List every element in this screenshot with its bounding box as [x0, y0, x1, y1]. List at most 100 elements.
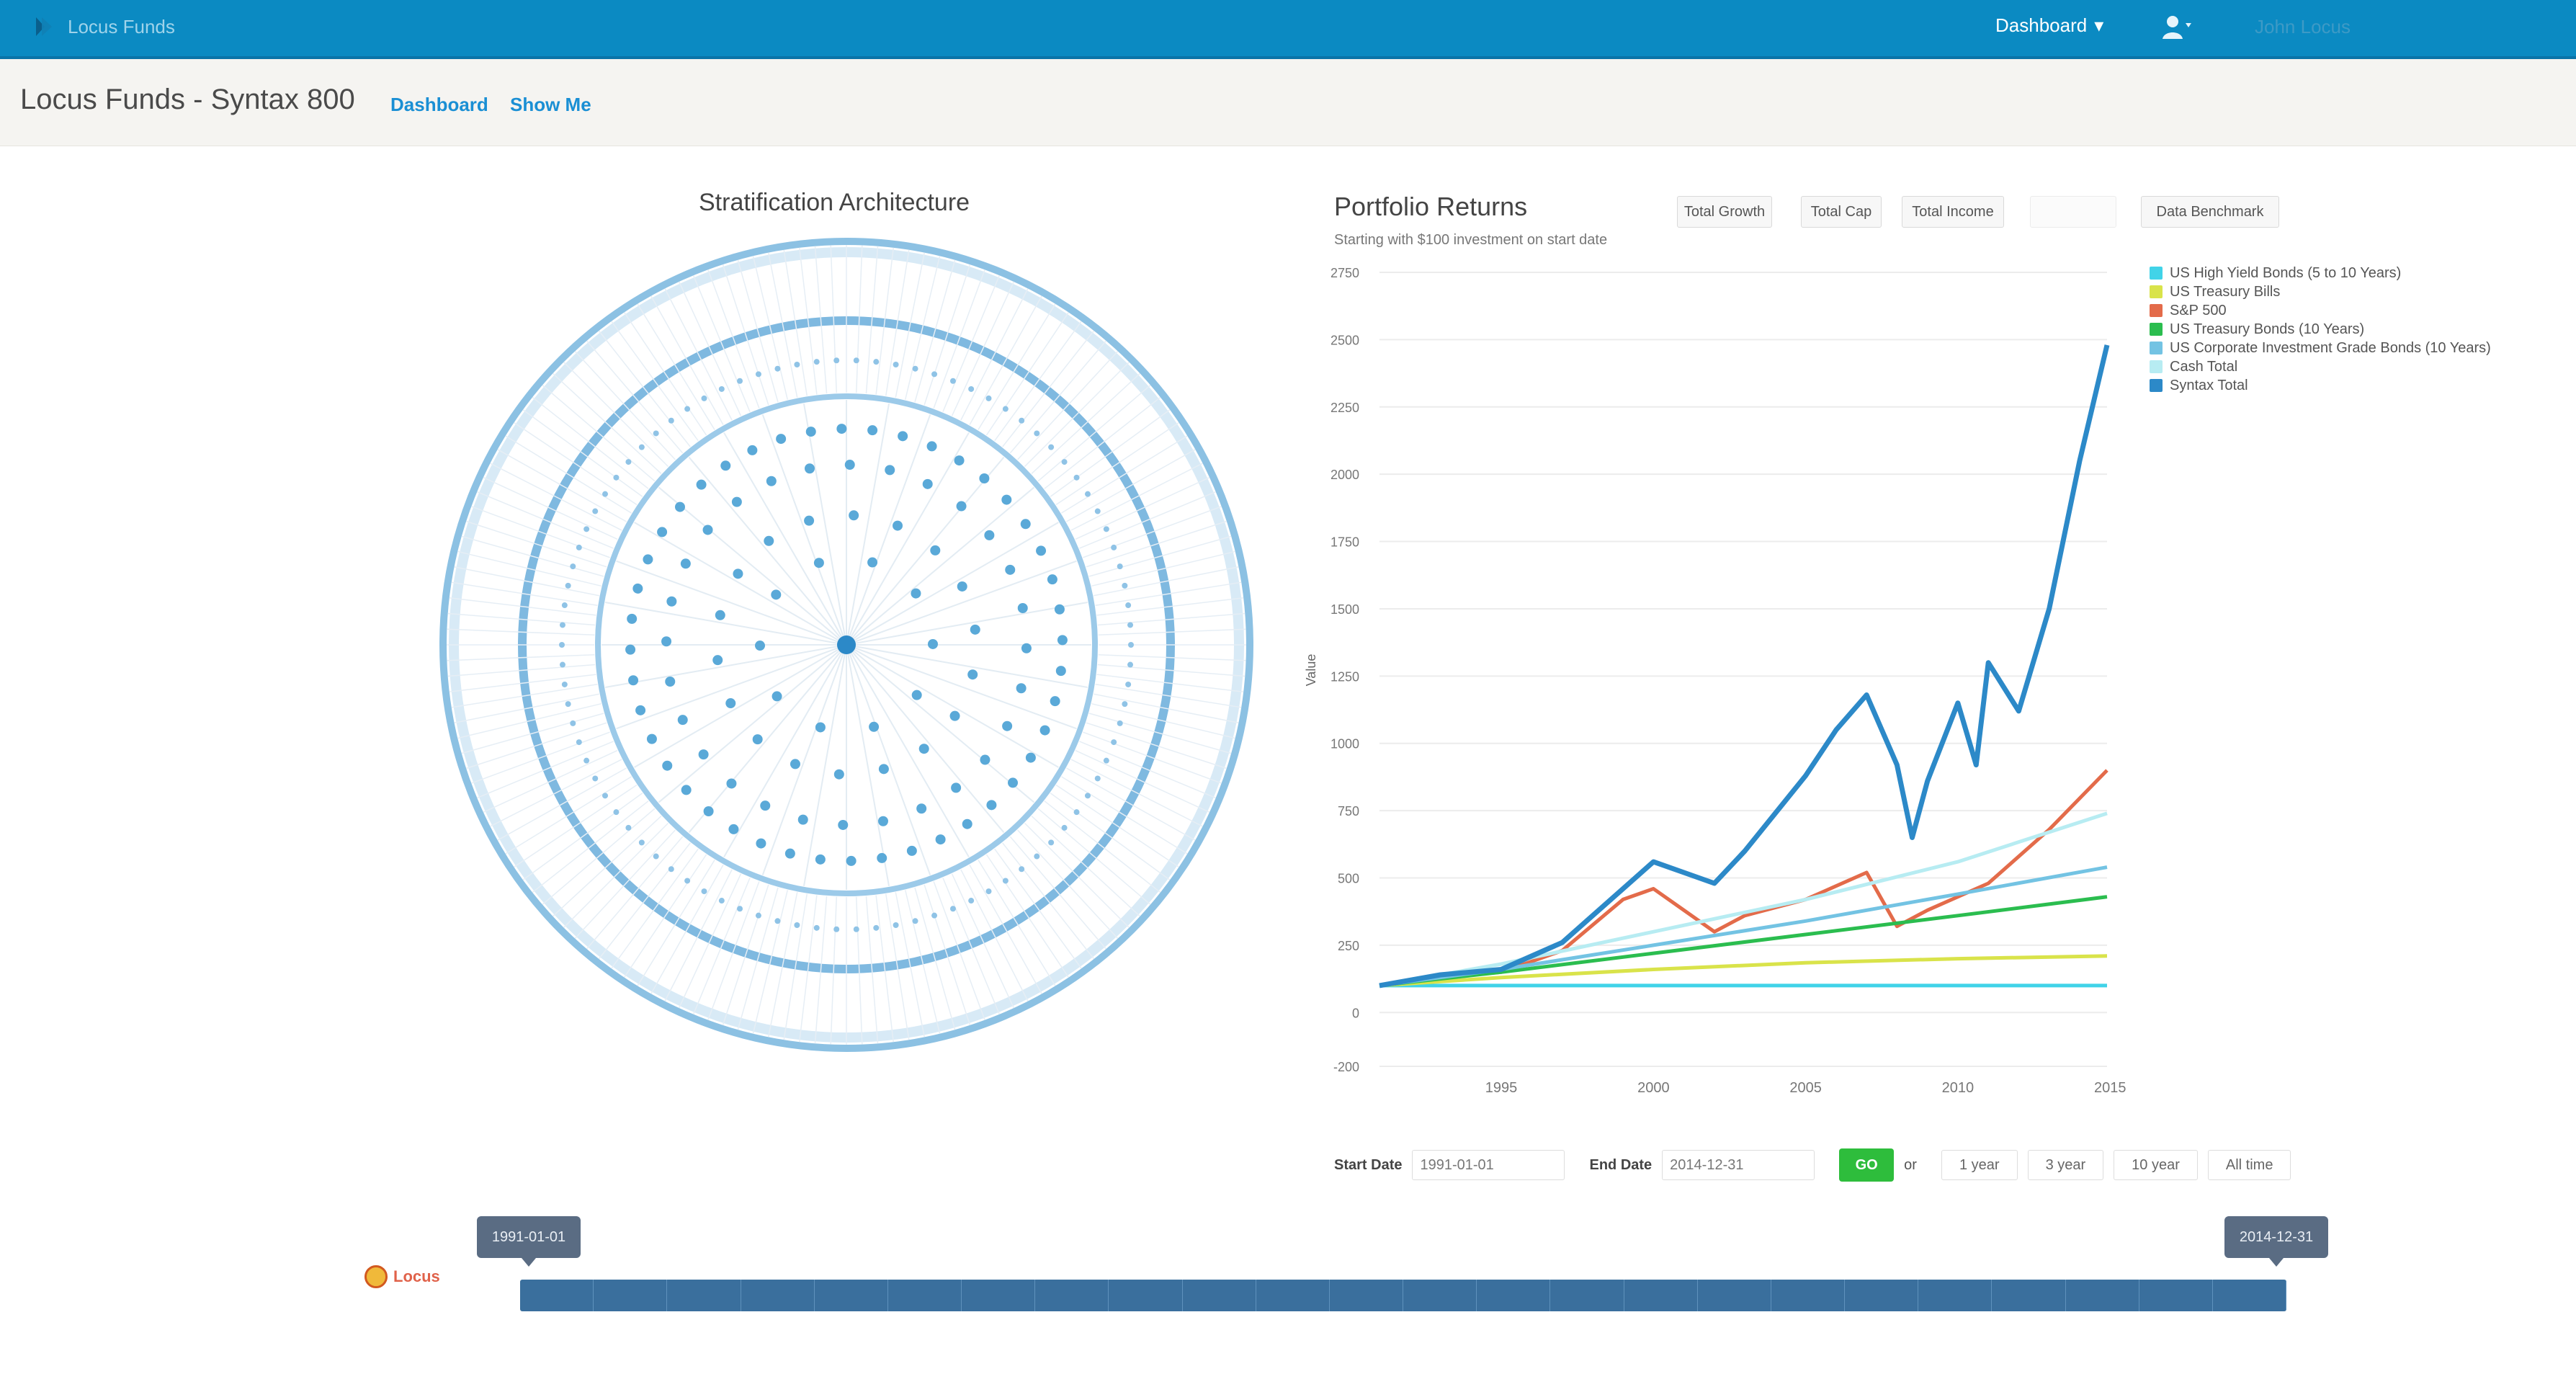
tree-node[interactable] [632, 583, 643, 594]
tree-node[interactable] [1084, 491, 1091, 497]
tree-node[interactable] [583, 757, 590, 764]
tree-node[interactable] [846, 855, 857, 866]
tree-node[interactable] [1055, 666, 1066, 677]
timeline-range-bar[interactable] [520, 1280, 2286, 1311]
tree-node[interactable] [833, 926, 840, 932]
tree-node[interactable] [1127, 622, 1134, 628]
tree-node[interactable] [794, 362, 800, 368]
tree-node[interactable] [702, 525, 713, 535]
tree-node[interactable] [815, 854, 826, 865]
tree-node[interactable] [613, 809, 620, 816]
range-all-button[interactable]: All time [2207, 1150, 2291, 1180]
tree-node[interactable] [774, 365, 781, 372]
total-cap-button[interactable]: Total Cap [1801, 196, 1882, 228]
tree-node[interactable] [627, 613, 638, 624]
tree-node[interactable] [1002, 878, 1009, 884]
tree-node[interactable] [1122, 701, 1128, 708]
tree-node[interactable] [1019, 417, 1025, 424]
tree-node[interactable] [1039, 725, 1050, 736]
tree-node[interactable] [602, 793, 609, 799]
tree-node[interactable] [583, 526, 590, 532]
tree-node[interactable] [1002, 406, 1009, 412]
tree-node[interactable] [1008, 777, 1019, 788]
tree-node[interactable] [747, 445, 758, 455]
tree-node[interactable] [728, 824, 739, 834]
tree-node[interactable] [930, 545, 941, 556]
legend-item[interactable]: US High Yield Bonds (5 to 10 Years) [2150, 264, 2491, 282]
tree-node[interactable] [1094, 508, 1101, 514]
user-name[interactable]: John Locus [2255, 16, 2351, 38]
tree-node[interactable] [701, 888, 707, 895]
brand[interactable]: Locus Funds [32, 14, 175, 39]
tree-node[interactable] [625, 459, 632, 465]
tree-node[interactable] [877, 852, 887, 863]
tree-node[interactable] [878, 764, 889, 775]
tree-node[interactable] [911, 690, 922, 700]
tree-node[interactable] [752, 734, 763, 745]
tree-node[interactable] [1073, 809, 1080, 816]
tree-node[interactable] [1127, 661, 1134, 668]
tree-node[interactable] [922, 478, 933, 489]
tree-node[interactable] [1125, 602, 1132, 609]
blank-toggle-button[interactable] [2030, 196, 2116, 228]
total-income-button[interactable]: Total Income [1902, 196, 2004, 228]
tree-node[interactable] [576, 739, 582, 746]
tree-node[interactable] [1117, 720, 1123, 726]
tree-node[interactable] [1048, 444, 1055, 450]
tree-node[interactable] [833, 769, 844, 780]
tree-node[interactable] [911, 588, 921, 599]
tree-node[interactable] [565, 701, 571, 708]
tree-node[interactable] [681, 785, 692, 795]
tree-node[interactable] [561, 681, 568, 687]
tree-node[interactable] [701, 395, 707, 401]
tree-node[interactable] [1021, 643, 1032, 653]
tree-node[interactable] [838, 819, 849, 830]
range-1y-button[interactable]: 1 year [1941, 1150, 2018, 1180]
tree-node[interactable] [592, 508, 599, 514]
tree-node[interactable] [849, 510, 859, 521]
tree-node[interactable] [755, 371, 761, 378]
tree-node[interactable] [776, 434, 787, 445]
tree-node[interactable] [1020, 519, 1031, 530]
tree-node[interactable] [877, 816, 888, 826]
tree-node[interactable] [836, 424, 847, 434]
tree-node[interactable] [898, 431, 908, 442]
tree-node[interactable] [893, 922, 899, 928]
tree-node[interactable] [912, 918, 918, 924]
tree-node[interactable] [725, 698, 736, 709]
range-3y-button[interactable]: 3 year [2027, 1150, 2104, 1180]
legend-item[interactable]: Cash Total [2150, 357, 2491, 376]
timeline-start-handle[interactable]: 1991-01-01 [477, 1216, 581, 1267]
tree-node[interactable] [951, 782, 962, 793]
tree-node[interactable] [853, 926, 859, 932]
root-node[interactable] [837, 635, 856, 654]
tree-node[interactable] [985, 395, 992, 401]
tree-node[interactable] [1103, 526, 1109, 532]
tree-node[interactable] [885, 465, 895, 476]
tree-node[interactable] [980, 754, 990, 765]
tree-node[interactable] [954, 455, 965, 466]
tree-node[interactable] [766, 476, 777, 486]
total-growth-button[interactable]: Total Growth [1677, 196, 1772, 228]
tree-node[interactable] [790, 759, 800, 769]
tree-node[interactable] [805, 463, 815, 474]
tree-node[interactable] [873, 924, 880, 931]
tree-node[interactable] [853, 357, 859, 364]
tree-node[interactable] [771, 589, 782, 600]
legend-item[interactable]: US Corporate Investment Grade Bonds (10 … [2150, 339, 2491, 357]
user-icon[interactable] [2161, 13, 2193, 42]
tree-node[interactable] [957, 581, 967, 592]
tree-node[interactable] [1002, 720, 1013, 731]
tree-node[interactable] [576, 544, 582, 550]
tree-node[interactable] [653, 430, 659, 437]
tree-node[interactable] [984, 530, 995, 540]
tree-node[interactable] [696, 479, 707, 490]
tree-node[interactable] [949, 906, 956, 912]
tree-node[interactable] [559, 642, 565, 648]
legend-item[interactable]: US Treasury Bills [2150, 282, 2491, 301]
tree-node[interactable] [916, 803, 927, 814]
tree-node[interactable] [733, 568, 743, 579]
tree-node[interactable] [1047, 574, 1057, 585]
tree-node[interactable] [956, 501, 967, 512]
tree-node[interactable] [784, 848, 795, 859]
